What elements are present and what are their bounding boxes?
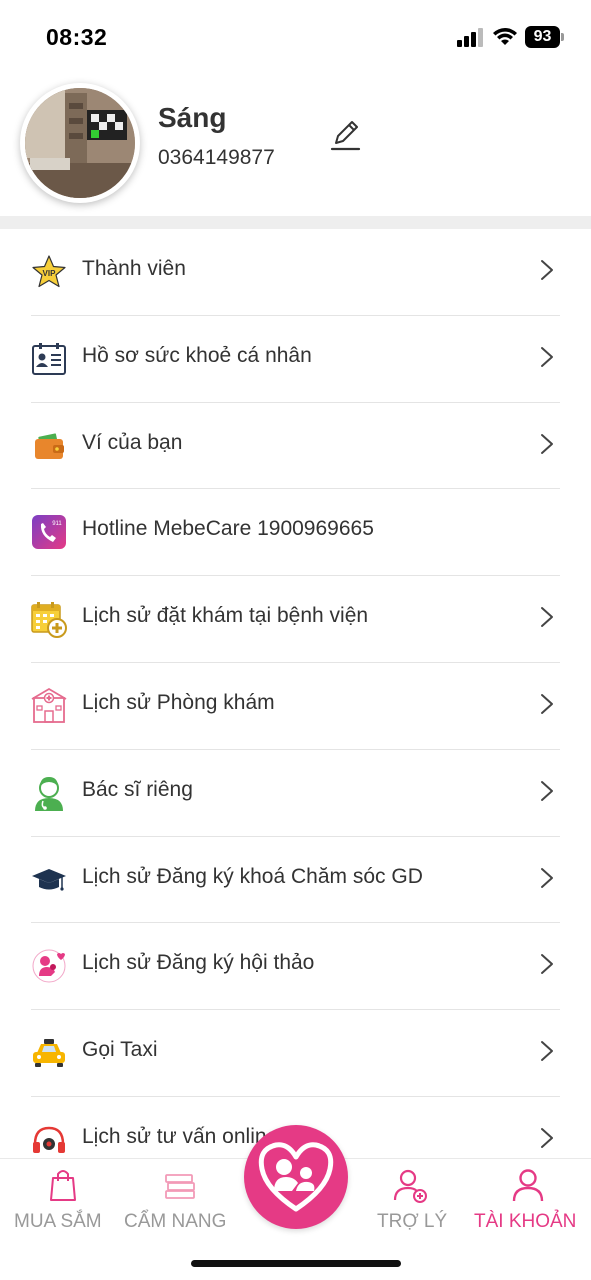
menu-label-taxi: Gọi Taxi [82,1038,158,1062]
battery-level: 93 [525,26,560,48]
menu-label-seminar-history: Lịch sử Đăng ký hội thảo [82,951,315,975]
menu-label-member: Thành viên [82,257,186,280]
nav-label-shop: MUA SẮM [14,1211,102,1232]
calendar-plus-icon [31,602,67,639]
mother-baby-icon [32,949,66,983]
user-plus-icon [393,1169,427,1203]
account-menu: VIP Thành viên Hồ sơ sức khoẻ cá nhân Ví… [0,229,591,1184]
menu-item-private-doctor[interactable]: Bác sĩ riêng [31,750,560,837]
nav-shop[interactable]: MUA SẮM [10,1159,116,1239]
chevron-right-icon [541,1127,553,1148]
menu-label-health-profile: Hồ sơ sức khoẻ cá nhân [82,343,312,367]
menu-item-member[interactable]: VIP Thành viên [31,229,560,316]
battery-tip [561,33,564,41]
menu-label-clinic-history: Lịch sử Phòng khám [82,690,275,714]
menu-label-hospital-history: Lịch sử đặt khám tại bệnh viện [82,604,369,628]
profile-header: Sáng 0364149877 [0,70,591,216]
chevron-right-icon [541,260,553,280]
svg-text:VIP: VIP [43,269,57,278]
chevron-right-icon [541,954,553,975]
home-indicator [191,1260,401,1267]
shopping-bag-icon [50,1170,76,1201]
wallet-icon [35,433,64,459]
status-time: 08:32 [46,24,108,50]
chevron-right-icon [541,346,553,367]
menu-item-hospital-history[interactable]: Lịch sử đặt khám tại bệnh viện [31,576,560,663]
clinic-icon [31,687,67,723]
headset-icon [33,1126,65,1153]
profile-phone: 0364149877 [158,146,275,169]
nav-label-account: TÀI KHOẢN [474,1211,577,1232]
avatar[interactable] [20,83,140,203]
battery-indicator: 93 [525,26,565,48]
doctor-icon [35,776,63,811]
menu-item-seminar-history[interactable]: Lịch sử Đăng ký hội thảo [31,923,560,1011]
chevron-right-icon [541,433,553,454]
menu-label-wallet: Ví của bạn [82,430,183,454]
nav-label-handbook: CẨM NANG [124,1211,227,1232]
nav-label-assistant: TRỢ LÝ [377,1211,448,1232]
menu-item-health-profile[interactable]: Hồ sơ sức khoẻ cá nhân [31,316,560,403]
nav-account[interactable]: TÀI KHOẢN [470,1159,586,1239]
hotline-phone-icon: 911 [32,515,66,550]
menu-label-course-history: Lịch sử Đăng ký khoá Chăm sóc GD [82,864,423,888]
status-bar: 08:32 93 [0,0,591,70]
edit-profile-icon[interactable] [326,116,364,154]
books-icon [165,1174,195,1199]
chevron-right-icon [541,607,553,628]
profile-name: Sáng [158,102,227,133]
menu-item-hotline[interactable]: 911 Hotline MebeCare 1900969665 [31,489,560,577]
mother-child-heart-icon [258,1142,334,1212]
menu-item-course-history[interactable]: Lịch sử Đăng ký khoá Chăm sóc GD [31,837,560,924]
menu-label-private-doctor: Bác sĩ riêng [82,777,193,801]
vip-star-icon: VIP [32,255,66,288]
user-icon [512,1169,544,1202]
menu-label-hotline: Hotline MebeCare 1900969665 [82,517,374,541]
health-profile-icon [32,342,66,375]
avatar-image [25,88,135,198]
section-divider [0,216,591,229]
center-home-button[interactable] [244,1125,348,1229]
taxi-icon [33,1039,65,1068]
chevron-right-icon [541,780,553,801]
menu-item-clinic-history[interactable]: Lịch sử Phòng khám [31,663,560,750]
wifi-icon [493,28,517,45]
chevron-right-icon [541,1041,553,1062]
graduation-cap-icon [32,868,66,891]
chevron-right-icon [541,867,553,888]
menu-item-wallet[interactable]: Ví của bạn [31,403,560,490]
signal-icon [457,28,483,47]
nav-assistant[interactable]: TRỢ LÝ [370,1159,454,1239]
menu-item-taxi[interactable]: Gọi Taxi [31,1010,560,1097]
svg-text:911: 911 [52,521,62,527]
nav-handbook[interactable]: CẨM NANG [120,1159,240,1239]
chevron-right-icon [541,693,553,714]
